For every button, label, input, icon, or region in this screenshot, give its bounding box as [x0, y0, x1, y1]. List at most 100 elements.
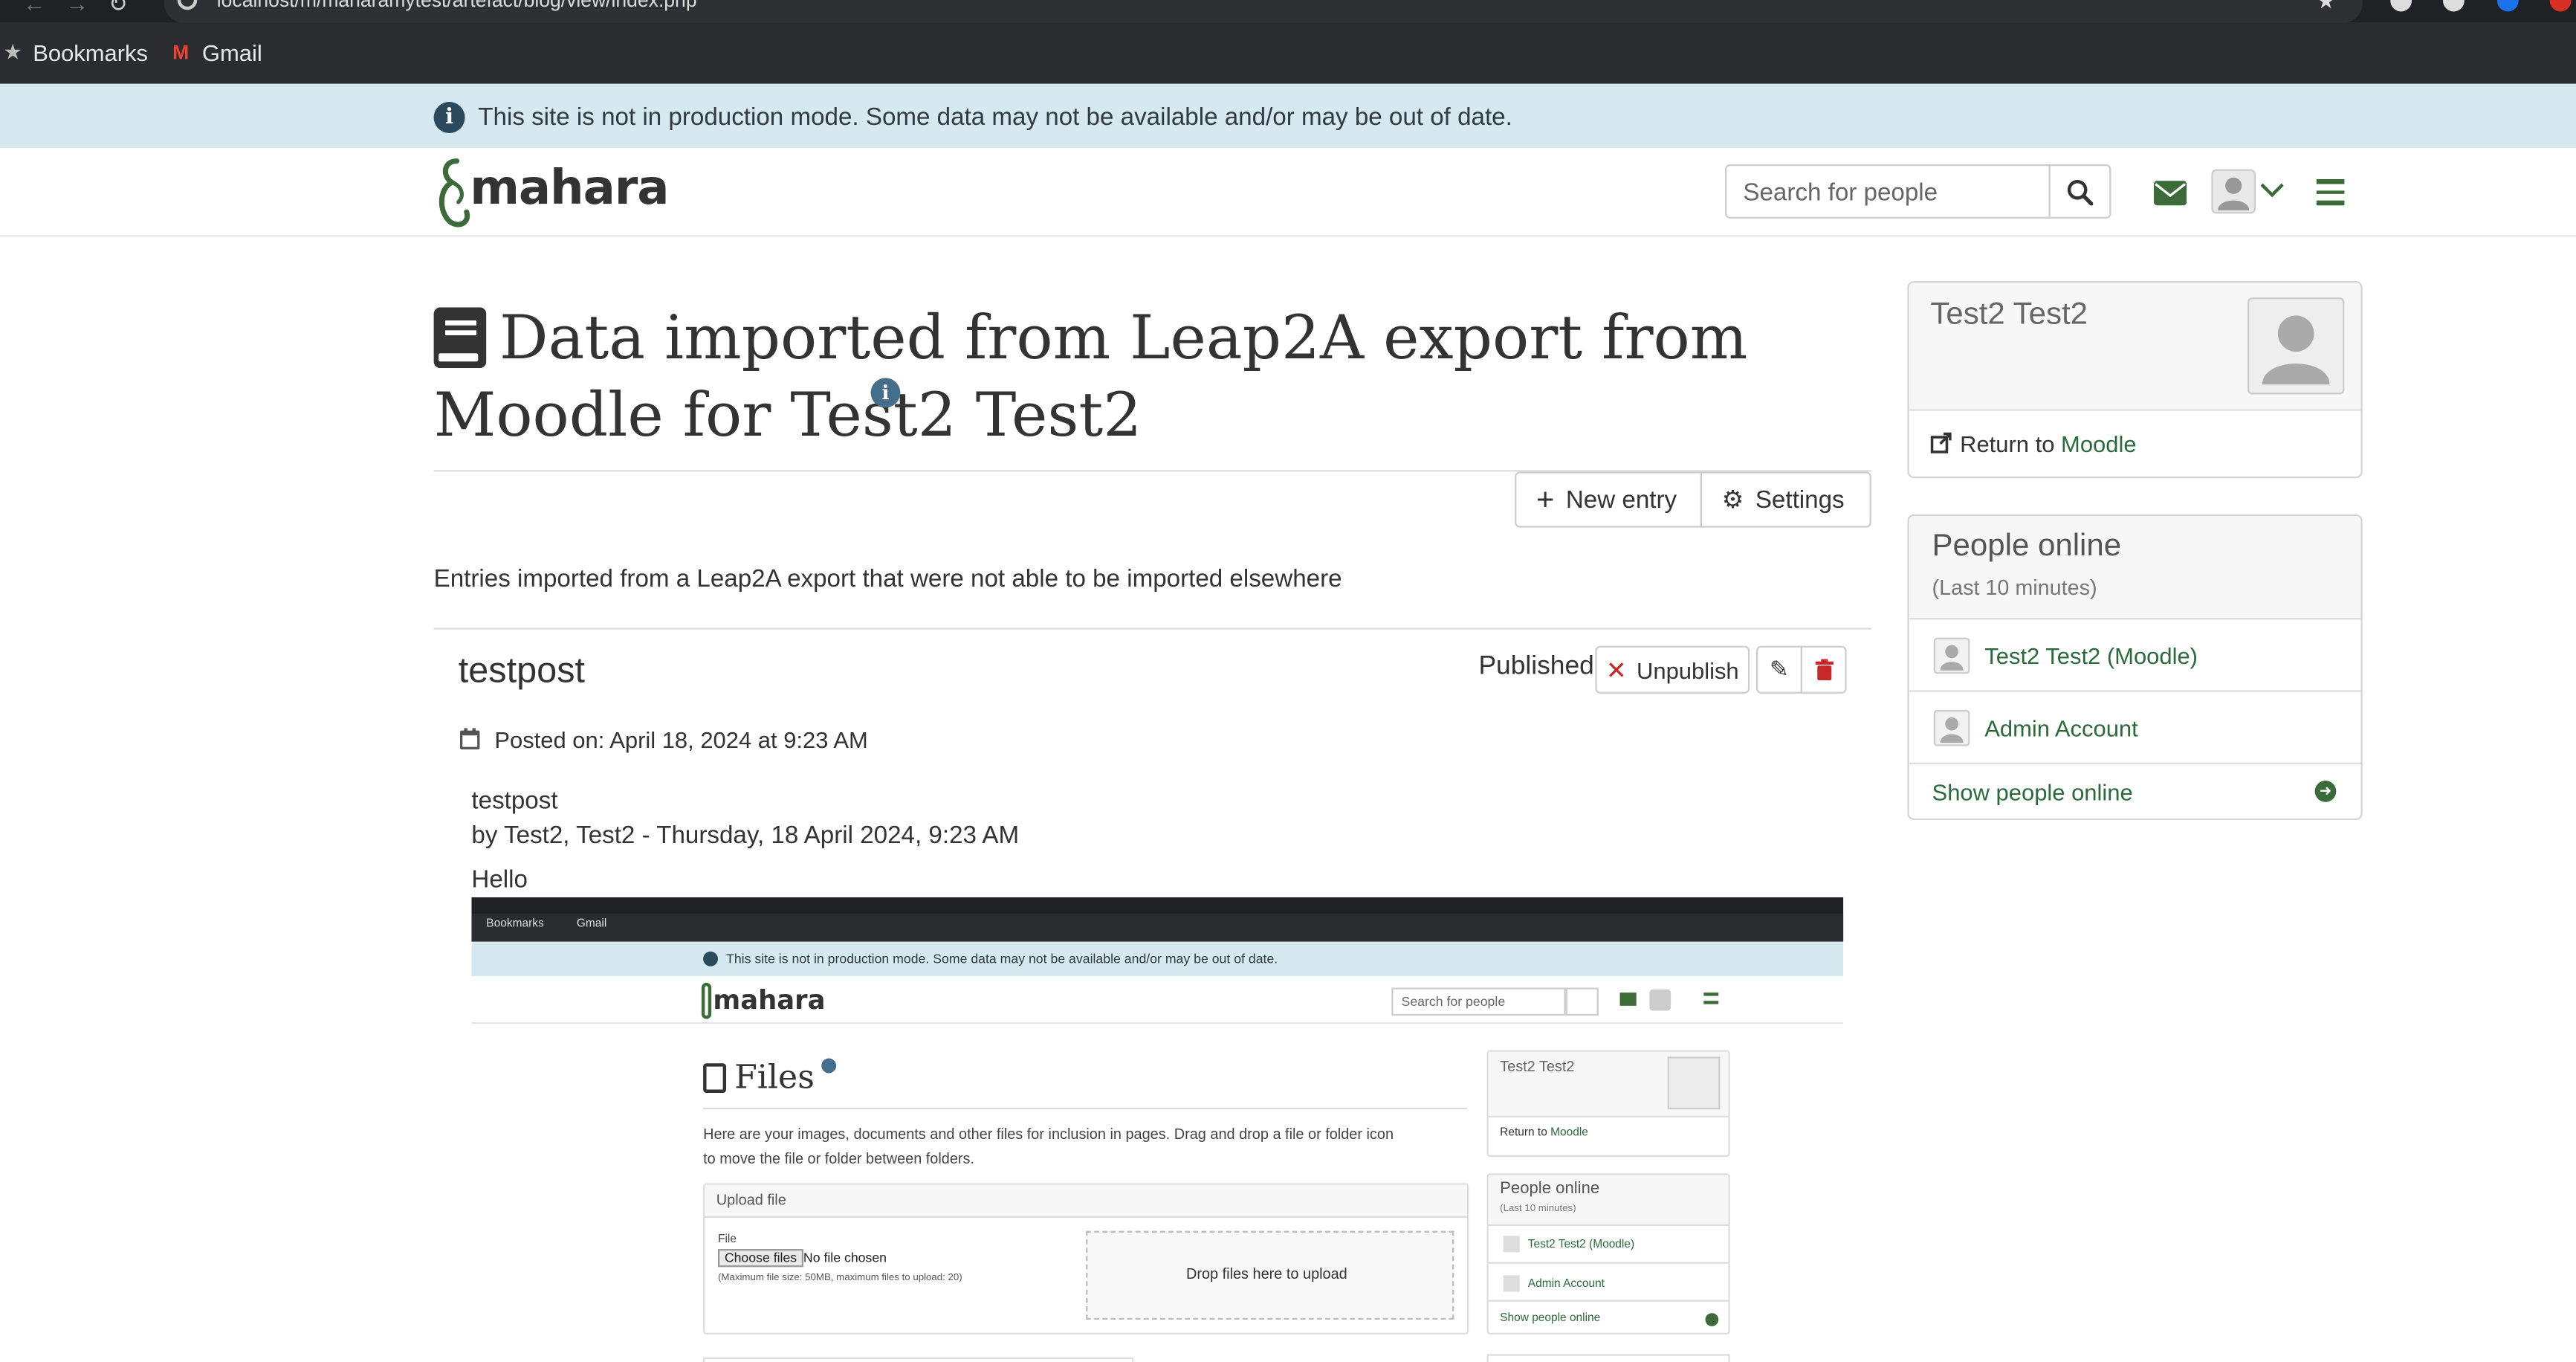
embedded-notice-text: This site is not in production mode. Som… [726, 951, 1278, 966]
person-online-2[interactable]: Admin Account [1984, 715, 2138, 741]
embedded-files-icon [703, 1063, 727, 1093]
person-online-1[interactable]: Test2 Test2 (Moodle) [1984, 642, 2198, 668]
post-byline: by Test2, Test2 - Thursday, 18 April 202… [471, 822, 1020, 850]
embedded-arrow-icon [1705, 1313, 1719, 1326]
main-menu-icon[interactable] [2316, 178, 2345, 205]
description-divider [433, 627, 1871, 630]
delete-post-button[interactable] [1800, 645, 1847, 694]
bookmark-bookmarks[interactable]: Bookmarks [33, 39, 148, 65]
pencil-icon: ✎ [1769, 655, 1789, 682]
people-online-subtitle: (Last 10 minutes) [1932, 575, 2097, 600]
unpublish-label: Unpublish [1637, 656, 1739, 683]
journal-description: Entries imported from a Leap2A export th… [433, 565, 1342, 593]
embedded-bookmark-bookmarks: Bookmarks [486, 918, 544, 931]
user-avatar[interactable] [2211, 169, 2256, 214]
info-icon: i [433, 102, 465, 134]
return-link[interactable]: Moodle [2061, 430, 2137, 456]
embedded-bottom-panel-2 [1486, 1354, 1730, 1362]
embedded-menu-icon [1703, 993, 1719, 1004]
new-entry-button[interactable]: + New entry [1515, 471, 1703, 528]
embedded-mail-icon [1619, 993, 1637, 1006]
arrow-circle-right-icon[interactable]: ➜ [2314, 780, 2337, 802]
embedded-files-desc-1: Here are your images, documents and othe… [703, 1126, 1394, 1143]
embedded-return-link: Moodle [1550, 1127, 1588, 1139]
embedded-file-label: File [717, 1234, 737, 1246]
edit-post-button[interactable]: ✎ [1756, 645, 1802, 694]
search-people-input[interactable]: Search for people [1725, 164, 2051, 219]
post-embedded-image: Bookmarks Gmail This site is not in prod… [471, 897, 1844, 1362]
people-divider-2 [1909, 762, 2361, 764]
embedded-upload-panel-head [705, 1184, 1467, 1218]
people-online-title: People online [1932, 529, 2122, 564]
embedded-header-line [471, 1022, 1844, 1024]
search-icon [2067, 180, 2094, 206]
cogs-icon: ⚙ [1721, 486, 1744, 514]
embedded-person-2: Admin Account [1527, 1278, 1605, 1291]
embedded-return-text: Return to Moodle [1500, 1127, 1588, 1138]
forward-icon[interactable]: → [65, 0, 88, 16]
embedded-no-file-text: No file chosen [803, 1250, 887, 1266]
embedded-profile-avatar [1667, 1056, 1721, 1110]
plus-icon: + [1535, 482, 1555, 517]
post-title[interactable]: testpost [459, 649, 585, 691]
embedded-person-1-icon [1503, 1236, 1520, 1253]
embedded-files-info-icon [821, 1058, 837, 1074]
embedded-files-divider [703, 1107, 1467, 1110]
post-body-title: testpost [471, 787, 558, 816]
embedded-avatar-icon [1649, 989, 1672, 1011]
site-notice-text: This site is not in production mode. Som… [478, 103, 1512, 132]
user-avatar-icon [2218, 177, 2250, 210]
embedded-search-icon [1565, 987, 1599, 1016]
posted-on: Posted on: April 18, 2024 at 9:23 AM [494, 726, 868, 753]
embedded-bottom-panel [703, 1357, 1134, 1362]
embedded-person-2-icon [1503, 1275, 1520, 1292]
embedded-show-online: Show people online [1500, 1313, 1601, 1325]
return-to-moodle[interactable]: Return to Moodle [1960, 430, 2136, 456]
title-info-icon[interactable]: i [870, 378, 901, 408]
trash-icon [1814, 659, 1833, 681]
embedded-logo: mahara [713, 984, 826, 1016]
embedded-max-size-text: (Maximum file size: 50MB, maximum files … [717, 1274, 962, 1284]
embedded-return-prefix: Return to [1500, 1127, 1547, 1139]
profile-avatar-icon [2262, 315, 2330, 385]
unpublish-button[interactable]: ✕ Unpublish [1595, 645, 1750, 694]
calendar-icon [459, 728, 480, 749]
embedded-bookmarks-bar [471, 914, 1844, 942]
settings-label: Settings [1755, 485, 1845, 514]
embedded-online-divider-2 [1488, 1300, 1729, 1302]
show-people-online-link[interactable]: Show people online [1932, 779, 2133, 805]
bookmarks-star-icon: ★ [3, 39, 23, 65]
profile-avatar[interactable] [2247, 297, 2345, 395]
embedded-bookmark-gmail: Gmail [576, 918, 607, 931]
person-avatar-icon [1933, 709, 1970, 746]
embedded-online-title: People online [1500, 1180, 1600, 1198]
embedded-online-divider [1488, 1262, 1729, 1264]
site-header [0, 147, 2576, 237]
people-divider-1 [1909, 690, 2361, 692]
site-logo[interactable]: mahara [470, 159, 669, 215]
post-status: Published [1478, 652, 1594, 681]
external-link-icon [1930, 432, 1952, 454]
embedded-files-desc-2: to move the file or folder between folde… [703, 1150, 975, 1167]
mail-icon[interactable] [2153, 181, 2187, 206]
embedded-info-icon [703, 951, 718, 966]
reload-icon[interactable]: ↻ [109, 0, 128, 18]
embedded-logo-icon [701, 982, 712, 1019]
embedded-online-subtitle: (Last 10 minutes) [1500, 1204, 1576, 1215]
embedded-person-1: Test2 Test2 (Moodle) [1527, 1239, 1635, 1251]
embedded-search-input: Search for people [1391, 987, 1566, 1016]
person-avatar-icon [1933, 637, 1970, 674]
bookmark-star-icon[interactable]: ★ [2317, 0, 2336, 15]
return-prefix: Return to [1960, 430, 2055, 457]
settings-button[interactable]: ⚙ Settings [1700, 471, 1871, 528]
close-icon: ✕ [1605, 656, 1627, 685]
bookmark-gmail[interactable]: Gmail [202, 39, 262, 65]
url-text[interactable]: localhost/m/maharamytest/artefact/blog/v… [217, 0, 697, 11]
embedded-choose-files-button: Choose files [717, 1248, 804, 1268]
profile-name[interactable]: Test2 Test2 [1930, 297, 2088, 334]
embedded-drop-text: Drop files here to upload [1185, 1265, 1347, 1282]
back-icon[interactable]: ← [23, 0, 46, 16]
embedded-upload-title: Upload file [716, 1191, 786, 1208]
gmail-icon: M [172, 41, 190, 65]
mahara-logo-icon[interactable] [434, 156, 473, 228]
